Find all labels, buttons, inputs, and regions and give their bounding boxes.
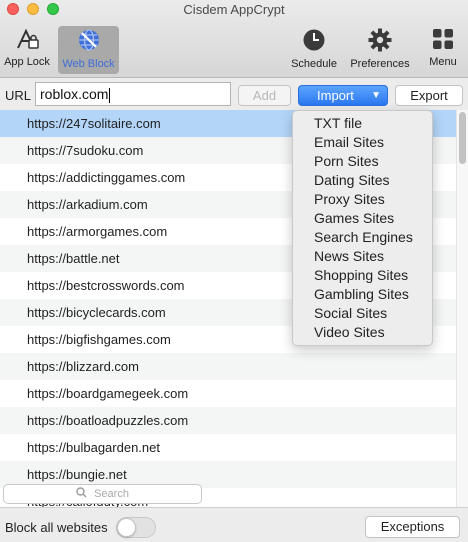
grid-icon: [424, 28, 462, 53]
search-field[interactable]: Search: [3, 484, 202, 504]
window-title: Cisdem AppCrypt: [183, 2, 285, 17]
title-bar: Cisdem AppCrypt App Lock Web Block Sched…: [0, 0, 468, 78]
chevron-down-icon: ▼: [371, 90, 381, 101]
import-menu-item[interactable]: Gambling Sites: [293, 285, 432, 304]
toolbar-app-lock[interactable]: App Lock: [2, 26, 52, 74]
toolbar-label: App Lock: [4, 56, 50, 68]
url-label: URL: [5, 88, 32, 103]
toolbar-label: Schedule: [291, 58, 337, 70]
exceptions-button[interactable]: Exceptions: [365, 516, 460, 538]
import-menu-item[interactable]: Shopping Sites: [293, 266, 432, 285]
site-row[interactable]: https://boardgamegeek.com: [0, 380, 456, 407]
import-label: Import: [317, 88, 354, 103]
toggle-knob: [117, 518, 136, 537]
import-menu-item[interactable]: Search Engines: [293, 228, 432, 247]
list-scrollbar[interactable]: [456, 110, 468, 507]
url-input-value: roblox.com: [40, 86, 109, 102]
site-row[interactable]: https://boatloadpuzzles.com: [0, 407, 456, 434]
import-menu-item[interactable]: Social Sites: [293, 304, 432, 323]
import-menu-item[interactable]: Video Sites: [293, 323, 432, 342]
block-all-label: Block all websites: [5, 520, 108, 535]
import-menu-item[interactable]: Games Sites: [293, 209, 432, 228]
block-all-toggle[interactable]: [116, 517, 156, 538]
add-button[interactable]: Add: [238, 85, 291, 106]
import-menu-item[interactable]: Dating Sites: [293, 171, 432, 190]
toolbar-label: Preferences: [350, 58, 410, 70]
search-placeholder: Search: [94, 488, 129, 500]
magnifier-icon: [76, 487, 94, 500]
scrollbar-thumb[interactable]: [459, 112, 466, 164]
url-bar: URL roblox.com Add Import ▼ Export: [0, 78, 468, 109]
gear-icon: [348, 28, 412, 55]
import-menu-item[interactable]: Porn Sites: [293, 152, 432, 171]
toolbar-label: Web Block: [62, 58, 115, 70]
url-input[interactable]: roblox.com: [35, 82, 231, 106]
toolbar-preferences[interactable]: Preferences: [348, 26, 412, 74]
toolbar-menu[interactable]: Menu: [424, 26, 462, 74]
import-menu: TXT file Email Sites Porn Sites Dating Site…: [292, 110, 433, 346]
text-caret: [109, 87, 111, 103]
import-menu-item[interactable]: Proxy Sites: [293, 190, 432, 209]
toolbar-schedule[interactable]: Schedule: [289, 26, 339, 74]
toolbar-web-block[interactable]: Web Block: [58, 26, 119, 74]
globe-block-icon: [58, 28, 119, 55]
import-button[interactable]: Import ▼: [298, 85, 388, 106]
import-menu-item[interactable]: Email Sites: [293, 133, 432, 152]
toolbar-label: Menu: [429, 56, 457, 68]
site-row[interactable]: https://blizzard.com: [0, 353, 456, 380]
clock-icon: [289, 28, 339, 55]
export-button[interactable]: Export: [395, 85, 463, 106]
site-row[interactable]: https://bulbagarden.net: [0, 434, 456, 461]
footer: Block all websites Exceptions: [0, 507, 468, 542]
import-menu-item[interactable]: News Sites: [293, 247, 432, 266]
app-lock-icon: [2, 28, 52, 53]
import-menu-item[interactable]: TXT file: [293, 114, 432, 133]
